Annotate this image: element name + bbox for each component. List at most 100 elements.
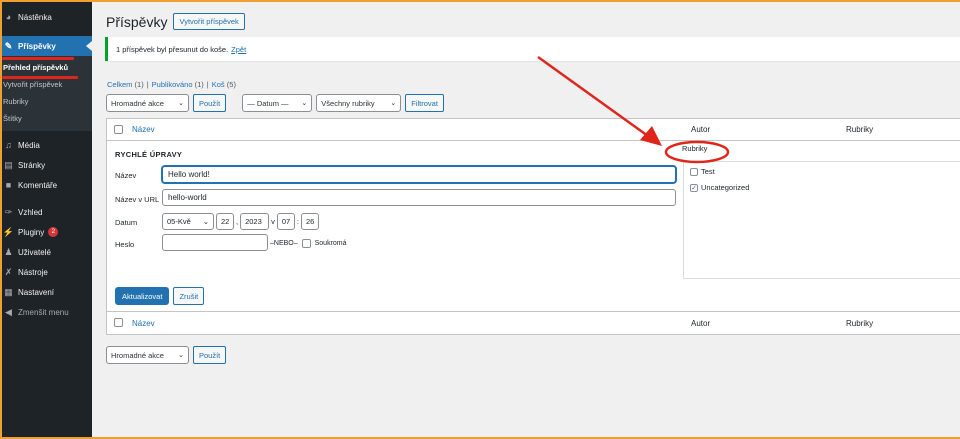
table-header: Název Autor Rubriky: [107, 119, 960, 141]
view-trash-count: (5): [226, 80, 236, 89]
tablenav-top: Hromadné akce ⌄ Použít — Datum — ⌄ Všechny…: [106, 94, 444, 112]
collapse-icon: ◀: [5, 306, 12, 317]
slug-input[interactable]: hello-world: [162, 189, 676, 206]
plugin-icon: ⚡: [2, 226, 15, 237]
submenu-categories[interactable]: Rubriky: [0, 93, 92, 110]
menu-label: Média: [18, 140, 40, 150]
quick-edit-title: RYCHLÉ ÚPRAVY: [115, 150, 183, 159]
menu-item-posts[interactable]: ✎ Příspěvky: [0, 36, 92, 56]
annotation-underline-all-posts: [2, 76, 78, 79]
wrench-icon: ✗: [4, 266, 13, 277]
menu-label: Zmenšit menu: [18, 307, 69, 317]
category-filter-select[interactable]: Všechny rubriky ⌄: [316, 94, 402, 112]
menu-label: Vzhled: [18, 207, 43, 217]
comment-icon: ■: [5, 180, 12, 190]
apply-button[interactable]: Použít: [193, 94, 227, 112]
bulk-actions-select-bottom[interactable]: Hromadné akce ⌄: [106, 346, 189, 364]
menu-item-settings[interactable]: ▦ Nastavení: [0, 282, 92, 302]
menu-item-users[interactable]: ♟ Uživatelé: [0, 242, 92, 262]
chevron-down-icon: ⌄: [202, 217, 209, 226]
submenu-tags[interactable]: Štítky: [0, 110, 92, 127]
slug-label: Název v URL: [115, 195, 160, 204]
menu-label: Nastavení: [18, 287, 55, 297]
page-icon: ▤: [4, 159, 13, 170]
media-icon: ♫: [5, 140, 12, 150]
menu-item-pages[interactable]: ▤ Stránky: [0, 155, 92, 175]
view-published-link[interactable]: Publikováno: [152, 80, 193, 89]
menu-item-tools[interactable]: ✗ Nástroje: [0, 262, 92, 282]
apply-button-bottom[interactable]: Použít: [193, 346, 227, 364]
undo-link[interactable]: Zpět: [231, 45, 246, 54]
column-title[interactable]: Název: [132, 125, 155, 134]
post-status-filters: Celkem (1) | Publikováno (1) | Koš (5): [107, 80, 236, 89]
month-value: 05-Kvě: [167, 217, 191, 226]
title-row: Příspěvky Vytvořit příspěvek: [106, 13, 245, 30]
date-fields: 05-Kvě ⌄ 22 , 2023 v 07 : 26: [162, 213, 319, 230]
update-button[interactable]: Aktualizovat: [115, 287, 170, 305]
menu-label: Uživatelé: [18, 247, 51, 257]
notice-text: 1 příspěvek byl přesunut do koše.: [116, 44, 229, 54]
main-content: Příspěvky Vytvořit příspěvek 1 příspěvek…: [92, 0, 960, 439]
menu-label: Nástroje: [18, 267, 48, 277]
date-filter-select[interactable]: — Datum — ⌄: [242, 94, 313, 112]
cancel-button[interactable]: Zrušit: [173, 287, 205, 305]
chevron-down-icon: ⌄: [390, 100, 397, 107]
chevron-down-icon: ⌄: [301, 100, 308, 107]
view-all-link[interactable]: Celkem: [107, 80, 132, 89]
hour-input[interactable]: 07: [276, 213, 295, 230]
view-trash[interactable]: Koš (5): [212, 80, 236, 89]
password-input[interactable]: [162, 234, 268, 251]
column-title-footer[interactable]: Název: [132, 319, 155, 328]
menu-label: Stránky: [18, 160, 46, 170]
menu-item-media[interactable]: ♫ Média: [0, 135, 92, 155]
filter-button[interactable]: Filtrovat: [405, 94, 444, 112]
menu-item-comments[interactable]: ■ Komentáře: [0, 175, 92, 195]
column-categories-footer: Rubriky: [846, 318, 874, 328]
day-input[interactable]: 22: [216, 213, 234, 230]
page-title: Příspěvky: [106, 13, 168, 30]
chevron-down-icon: ⌄: [178, 100, 184, 107]
minute-input[interactable]: 26: [300, 213, 319, 230]
private-checkbox[interactable]: [301, 239, 311, 248]
separator: |: [206, 80, 209, 89]
time-colon: :: [296, 217, 299, 226]
select-all-checkbox-footer[interactable]: [114, 318, 123, 327]
bulk-actions-value: Hromadné akce: [111, 350, 164, 360]
category-item[interactable]: ✓ Uncategorized: [690, 183, 749, 192]
pin-icon: ✎: [4, 40, 13, 51]
menu-label: Nástěnka: [18, 12, 52, 22]
add-new-post-button[interactable]: Vytvořit příspěvek: [173, 13, 245, 30]
settings-icon: ▦: [4, 286, 13, 297]
date-label: Datum: [115, 218, 138, 227]
menu-item-dashboard[interactable]: ◕ Nástěnka: [0, 7, 92, 27]
private-option: –NEBO– Soukromá: [270, 239, 347, 248]
table-footer: Název Autor Rubriky: [107, 312, 960, 334]
categories-heading: Rubriky: [682, 144, 708, 153]
view-all[interactable]: Celkem (1): [107, 80, 144, 89]
category-checkbox-test[interactable]: [690, 167, 698, 176]
view-trash-link[interactable]: Koš: [212, 80, 225, 89]
update-count-badge: 2: [48, 227, 59, 237]
or-text: –NEBO–: [270, 240, 298, 247]
private-label: Soukromá: [314, 240, 347, 247]
month-select[interactable]: 05-Kvě ⌄: [162, 213, 214, 230]
tablenav-bottom: Hromadné akce ⌄ Použít: [106, 346, 227, 364]
category-item[interactable]: Test: [690, 167, 715, 176]
menu-item-plugins[interactable]: ⚡ Pluginy 2: [0, 222, 92, 242]
title-input[interactable]: Hello world!: [162, 166, 676, 183]
select-all-checkbox[interactable]: [114, 125, 123, 134]
menu-item-appearance[interactable]: ✑ Vzhled: [0, 202, 92, 222]
submenu-all-posts[interactable]: Přehled příspěvků: [0, 59, 92, 76]
year-input[interactable]: 2023: [240, 213, 270, 230]
admin-sidebar: ◕ Nástěnka ✎ Příspěvky Přehled příspěvků…: [0, 0, 92, 439]
user-icon: ♟: [4, 246, 13, 257]
menu-item-collapse[interactable]: ◀ Zmenšit menu: [0, 302, 92, 322]
column-categories: Rubriky: [846, 125, 874, 134]
date-comma: ,: [236, 217, 239, 226]
posts-table: Název Autor Rubriky RYCHLÉ ÚPRAVY Název …: [106, 118, 960, 335]
bulk-actions-select[interactable]: Hromadné akce ⌄: [106, 94, 189, 112]
menu-label: Příspěvky: [18, 41, 56, 51]
view-published[interactable]: Publikováno (1): [152, 80, 204, 89]
category-checkbox-uncategorized[interactable]: ✓: [690, 183, 698, 192]
column-author: Autor: [691, 125, 711, 134]
